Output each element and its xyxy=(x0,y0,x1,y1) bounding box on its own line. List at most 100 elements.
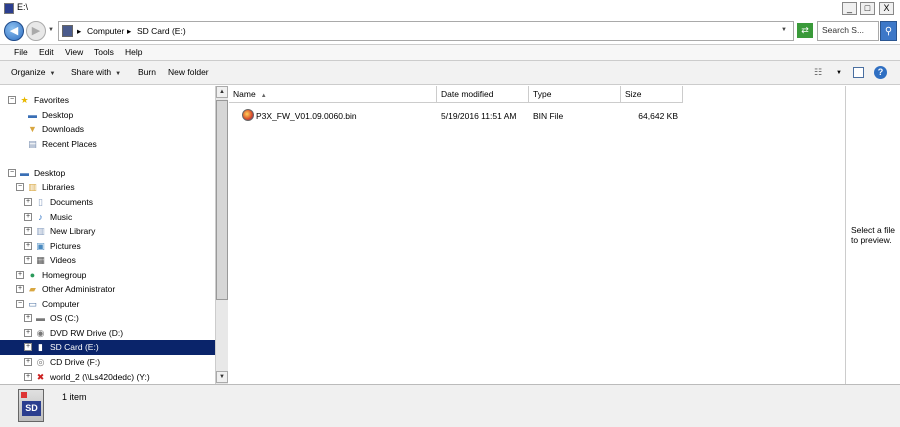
menu-tools[interactable]: Tools xyxy=(94,47,114,57)
sd-card-icon xyxy=(4,3,14,14)
sidebar-item-label: Computer xyxy=(42,299,80,309)
computer-icon: ▭ xyxy=(28,299,37,309)
menu-help[interactable]: Help xyxy=(125,47,142,57)
menu-file[interactable]: File xyxy=(14,47,28,57)
collapse-icon[interactable]: − xyxy=(8,96,16,104)
sidebar-item-label: Favorites xyxy=(34,95,69,105)
expand-icon[interactable]: + xyxy=(24,227,32,235)
expand-icon[interactable]: + xyxy=(24,256,32,264)
scroll-thumb[interactable] xyxy=(216,100,228,300)
burn-button[interactable]: Burn xyxy=(138,67,156,77)
expand-icon[interactable]: + xyxy=(24,329,32,337)
sidebar-item-computer[interactable]: − ▭ Computer xyxy=(0,297,215,312)
title-bar: E:\ _ □ X xyxy=(0,0,900,17)
expand-icon[interactable]: + xyxy=(24,358,32,366)
breadcrumb-separator[interactable]: ▸ xyxy=(127,26,131,37)
scroll-up-button[interactable]: ▲ xyxy=(216,86,228,98)
sidebar-item-dvd-rw-drive-d[interactable]: + ◉ DVD RW Drive (D:) xyxy=(0,326,215,341)
maximize-button[interactable]: □ xyxy=(860,2,875,15)
preview-message: Select a file to preview. xyxy=(851,225,895,245)
forward-button[interactable]: ▶ xyxy=(26,21,46,41)
sidebar-item-libraries[interactable]: − ▥ Libraries xyxy=(0,180,215,195)
chevron-down-icon[interactable]: ▼ xyxy=(836,70,842,76)
sidebar-item-label: Music xyxy=(50,212,73,222)
organize-label: Organize xyxy=(11,67,46,77)
scroll-down-button[interactable]: ▼ xyxy=(216,371,228,383)
search-button[interactable]: ⚲ xyxy=(880,21,897,41)
sidebar-item-label: DVD RW Drive (D:) xyxy=(50,328,124,338)
file-name[interactable]: P3X_FW_V01.09.0060.bin xyxy=(256,111,357,121)
sidebar-item-label: Libraries xyxy=(42,182,75,192)
file-type: BIN File xyxy=(533,111,564,121)
details-pane: SD 1 item xyxy=(0,384,900,427)
sidebar-item-downloads[interactable]: ▼ Downloads xyxy=(0,122,215,137)
command-bar: Organize ▼ Share with ▼ Burn New folder ☷ … xyxy=(0,61,900,85)
sidebar-item-os-c[interactable]: + ▬ OS (C:) xyxy=(0,311,215,326)
sidebar-item-homegroup[interactable]: + ● Homegroup xyxy=(0,268,215,283)
sidebar-item-label: Other Administrator xyxy=(42,284,116,294)
sidebar-item-pictures[interactable]: + ▣ Pictures xyxy=(0,239,215,254)
chevron-down-icon: ▼ xyxy=(115,71,122,77)
sidebar-item-cd-drive-f[interactable]: + ◎ CD Drive (F:) xyxy=(0,355,215,370)
view-options-icon[interactable]: ☷ xyxy=(814,67,822,78)
libraries-icon: ▥ xyxy=(28,182,37,192)
close-button[interactable]: X xyxy=(879,2,894,15)
column-header-type[interactable]: Type xyxy=(529,86,621,103)
expand-icon[interactable]: + xyxy=(24,314,32,322)
sd-card-indicator xyxy=(21,392,27,398)
collapse-icon[interactable]: − xyxy=(16,183,24,191)
new-folder-button[interactable]: New folder xyxy=(168,67,209,77)
menu-view[interactable]: View xyxy=(65,47,83,57)
expand-icon[interactable]: + xyxy=(16,271,24,279)
sidebar-item-videos[interactable]: + ▦ Videos xyxy=(0,253,215,268)
back-button[interactable]: ◀ xyxy=(4,21,24,41)
sidebar-item-new-library[interactable]: + ▥ New Library xyxy=(0,224,215,239)
expand-icon[interactable]: + xyxy=(24,242,32,250)
expand-icon[interactable]: + xyxy=(16,285,24,293)
column-header-date-modified[interactable]: Date modified xyxy=(437,86,529,103)
pictures-icon: ▣ xyxy=(36,241,45,251)
breadcrumb-separator[interactable]: ▸ xyxy=(77,26,81,37)
sidebar-item-documents[interactable]: + ▯ Documents xyxy=(0,195,215,210)
recent-pages-dropdown[interactable]: ▼ xyxy=(48,27,54,33)
sidebar-item-music[interactable]: + ♪ Music xyxy=(0,210,215,225)
breadcrumb-computer[interactable]: Computer xyxy=(87,26,124,36)
expand-icon[interactable]: + xyxy=(24,373,32,381)
desktop-icon: ▬ xyxy=(20,168,29,178)
collapse-icon[interactable]: − xyxy=(8,169,16,177)
collapse-icon[interactable]: − xyxy=(16,300,24,308)
search-input[interactable]: Search S... xyxy=(817,21,879,41)
sd-card-icon xyxy=(62,25,73,37)
sidebar-item-desktop[interactable]: ▬ Desktop xyxy=(0,108,215,123)
expand-icon[interactable]: + xyxy=(24,213,32,221)
sidebar-item-label: Desktop xyxy=(34,168,66,178)
arrow-left-icon: ◀ xyxy=(9,25,19,37)
star-icon: ★ xyxy=(20,95,29,105)
sidebar-item-world-2-ls420dedc-y[interactable]: + ✖ world_2 (\\Ls420dedc) (Y:) xyxy=(0,370,215,384)
address-dropdown-icon[interactable]: ▼ xyxy=(781,27,787,33)
navigation-scrollbar[interactable]: ▲ ▼ xyxy=(215,86,228,384)
network-drive-icon: ✖ xyxy=(36,372,45,382)
minimize-button[interactable]: _ xyxy=(842,2,857,15)
share-with-button[interactable]: Share with ▼ xyxy=(71,67,121,77)
refresh-button[interactable]: ⇄ xyxy=(797,23,813,38)
sidebar-item-recent-places[interactable]: ▤ Recent Places xyxy=(0,137,215,152)
column-header-size[interactable]: Size xyxy=(621,86,683,103)
preview-pane-toggle-icon[interactable] xyxy=(853,67,864,78)
sidebar-item-favorites[interactable]: − ★ Favorites xyxy=(0,93,215,108)
menu-edit[interactable]: Edit xyxy=(39,47,54,57)
address-bar[interactable]: ▸ Computer ▸ SD Card (E:) ▼ xyxy=(58,21,794,41)
sidebar-item-label: Desktop xyxy=(42,110,74,120)
help-icon[interactable]: ? xyxy=(874,66,887,79)
sidebar-item-desktop[interactable]: − ▬ Desktop xyxy=(0,166,215,181)
organize-button[interactable]: Organize ▼ xyxy=(11,67,55,77)
sidebar-item-sd-card-e[interactable]: + ▮ SD Card (E:) xyxy=(0,340,215,355)
breadcrumb-sd-card[interactable]: SD Card (E:) xyxy=(137,26,186,36)
column-header-name[interactable]: Name ▲ xyxy=(229,86,437,103)
expand-icon[interactable]: + xyxy=(24,198,32,206)
arrow-right-icon: ▶ xyxy=(31,25,41,37)
expand-icon[interactable]: + xyxy=(24,343,32,351)
sidebar-item-label: Homegroup xyxy=(42,270,87,280)
sidebar-item-other-administrator[interactable]: + ▰ Other Administrator xyxy=(0,282,215,297)
file-list: Name ▲ Date modified Type Size P3X_FW_V01… xyxy=(229,86,844,384)
